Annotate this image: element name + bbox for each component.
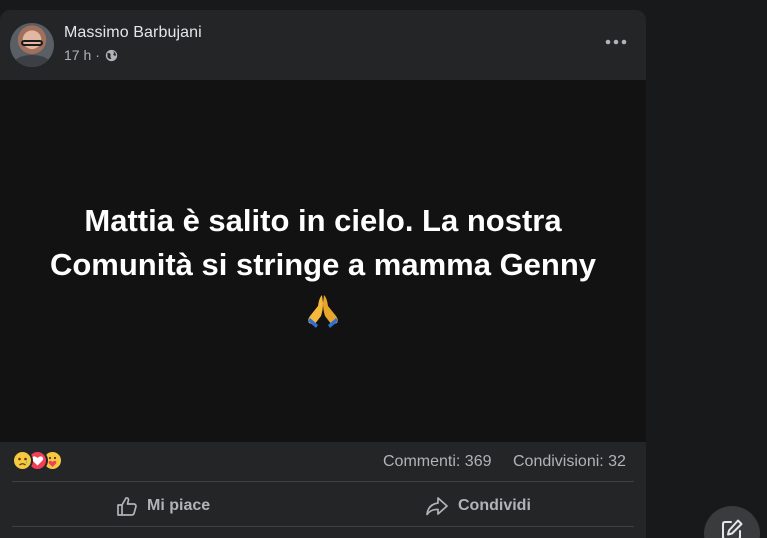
divider	[12, 526, 634, 527]
share-label: Condividi	[458, 497, 531, 514]
meta-separator: ·	[95, 47, 100, 63]
post-time[interactable]: 17 h	[64, 47, 91, 63]
post-card: Massimo Barbujani 17 h · Mattia è salito…	[0, 10, 646, 538]
globe-icon[interactable]	[105, 49, 118, 62]
more-horizontal-icon	[605, 39, 627, 45]
thumbs-up-icon	[117, 497, 137, 516]
author-name[interactable]: Massimo Barbujani	[64, 24, 202, 42]
divider	[12, 481, 634, 482]
more-options-button[interactable]	[602, 30, 630, 54]
avatar[interactable]	[10, 23, 54, 67]
post-text-line-1: Mattia è salito in cielo. La nostra	[84, 203, 562, 238]
folded-hands-emoji	[308, 295, 338, 328]
shares-count[interactable]: Condivisioni: 32	[513, 453, 626, 471]
sad-reaction-icon	[12, 450, 33, 471]
compose-icon	[722, 519, 743, 538]
compose-button[interactable]	[704, 506, 760, 538]
avatar-shirt	[14, 55, 50, 67]
avatar-glasses	[21, 40, 43, 46]
feed-page: Massimo Barbujani 17 h · Mattia è salito…	[0, 0, 767, 538]
comments-count[interactable]: Commenti: 369	[383, 453, 492, 471]
post-meta: 17 h ·	[64, 47, 118, 63]
post-image[interactable]: Mattia è salito in cielo. La nostra Comu…	[0, 80, 646, 442]
post-stats: Commenti: 369 Condivisioni: 32	[0, 442, 646, 480]
share-button[interactable]: Condividi	[425, 488, 531, 524]
post-header: Massimo Barbujani 17 h ·	[0, 10, 646, 80]
like-label: Mi piace	[147, 497, 211, 514]
post-text: Mattia è salito in cielo. La nostra Comu…	[0, 199, 646, 287]
like-button[interactable]: Mi piace	[116, 488, 210, 524]
reaction-summary[interactable]	[12, 450, 63, 472]
post-text-line-2: Comunità si stringe a mamma Genny	[49, 247, 597, 282]
share-arrow-icon	[426, 497, 448, 516]
